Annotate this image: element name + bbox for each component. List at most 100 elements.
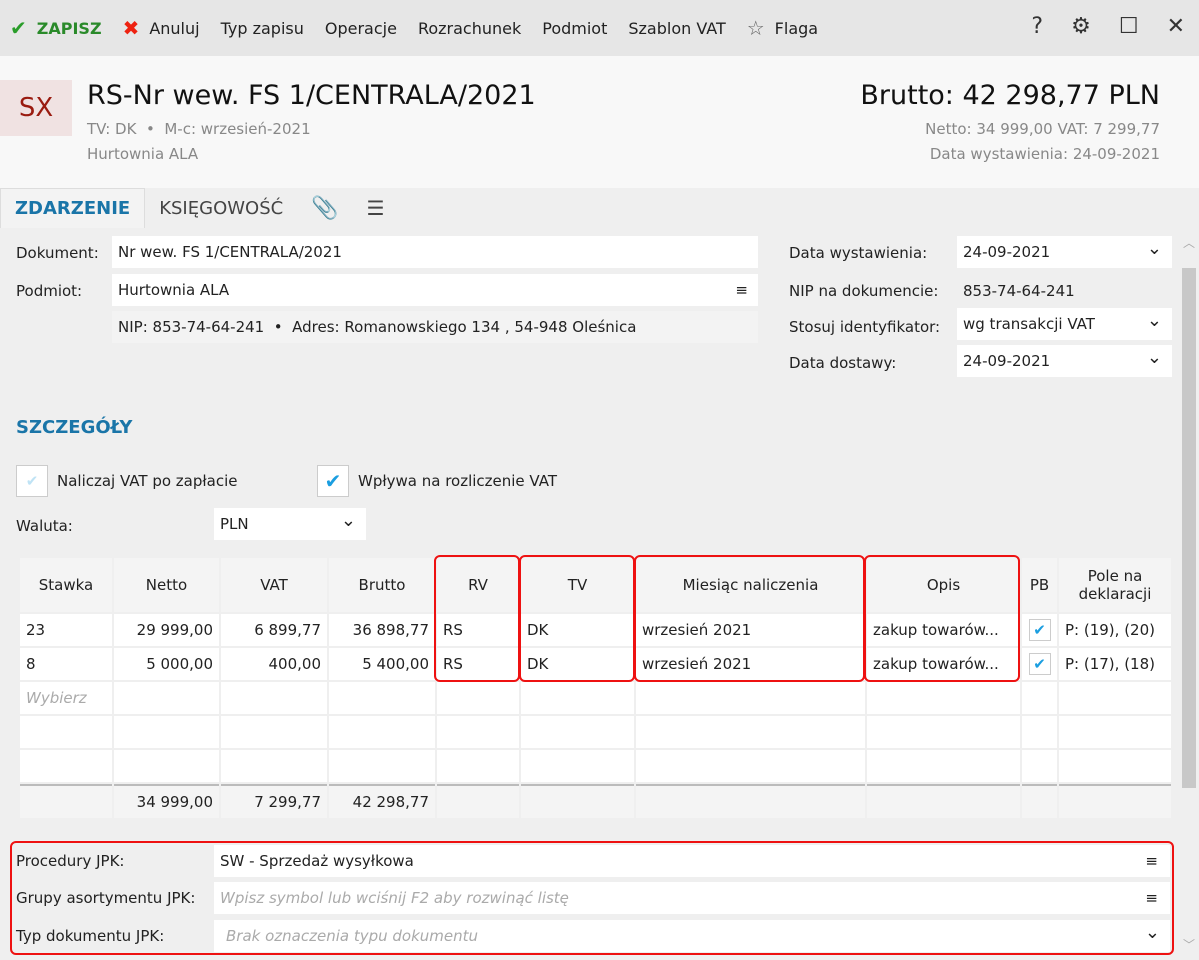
nip-value: 853-74-64-241	[152, 318, 265, 336]
jpk-procedures-value: SW - Sprzedaż wysyłkowa	[220, 852, 414, 870]
help-icon[interactable]: ?	[1031, 14, 1043, 39]
maximize-icon[interactable]: ☐	[1119, 14, 1139, 39]
netto-vat-info: Netto: 34 999,00 VAT: 7 299,77	[925, 120, 1160, 138]
vat-after-payment-checkbox[interactable]: ✔ Naliczaj VAT po zapłacie	[16, 465, 237, 497]
cell-rv[interactable]: RS	[437, 614, 519, 646]
document-field[interactable]: Nr wew. FS 1/CENTRALA/2021	[112, 236, 758, 268]
cell-vat[interactable]: 400,00	[221, 648, 327, 680]
table-row-new[interactable]: Wybierz	[20, 682, 1171, 714]
delivery-date-field[interactable]: 24-09-2021	[957, 345, 1172, 377]
subject-field[interactable]: Hurtownia ALA ≡	[112, 274, 758, 306]
col-header[interactable]: Pole na deklaracji	[1059, 558, 1171, 612]
checkbox-label: Naliczaj VAT po zapłacie	[57, 472, 238, 490]
month-info: M-c: wrzesień-2021	[164, 120, 311, 138]
cell-month[interactable]: wrzesień 2021	[636, 614, 865, 646]
cell-pb[interactable]: ✔	[1022, 614, 1057, 646]
jpk-procedures-field[interactable]: SW - Sprzedaż wysyłkowa ≡	[214, 845, 1170, 877]
subject-value: Hurtownia ALA	[118, 281, 230, 299]
menu-rozrachunek[interactable]: Rozrachunek	[418, 19, 521, 38]
cell-declaration[interactable]: P: (19), (20)	[1059, 614, 1171, 646]
cell-brutto[interactable]: 5 400,00	[329, 648, 435, 680]
currency-select[interactable]: PLN	[214, 508, 366, 540]
save-button[interactable]: ✔ ZAPISZ	[10, 16, 102, 40]
cell-brutto[interactable]: 36 898,77	[329, 614, 435, 646]
col-header[interactable]: Netto	[114, 558, 219, 612]
nip-doc-value: 853-74-64-241	[963, 282, 1075, 300]
tabs: ZDARZENIE KSIĘGOWOŚĆ 📎 ☰	[0, 188, 1199, 228]
col-header[interactable]: Miesiąc naliczenia	[636, 558, 865, 612]
col-header[interactable]: VAT	[221, 558, 327, 612]
paperclip-icon[interactable]: 📎	[297, 188, 352, 228]
col-header[interactable]: PB	[1022, 558, 1057, 612]
table-row-empty	[20, 716, 1171, 748]
cell-rate[interactable]: 23	[20, 614, 112, 646]
jpk-procedures-label: Procedury JPK:	[16, 852, 125, 870]
address-label: Adres:	[292, 318, 340, 336]
col-header[interactable]: RV	[437, 558, 519, 612]
new-row-placeholder[interactable]: Wybierz	[20, 682, 112, 714]
col-header[interactable]: Brutto	[329, 558, 435, 612]
address-value: Romanowskiego 134 , 54-948 Oleśnica	[344, 318, 637, 336]
checkbox-checked-icon[interactable]: ✔	[1028, 653, 1051, 675]
delivery-date-label: Data dostawy:	[789, 354, 897, 372]
jpk-groups-field[interactable]: Wpisz symbol lub wciśnij F2 aby rozwinąć…	[214, 882, 1170, 914]
vat-table: Stawka Netto VAT Brutto RV TV Miesiąc na…	[18, 556, 1173, 820]
toolbar: ✔ ZAPISZ ✖ Anuluj Typ zapisu Operacje Rozr…	[0, 0, 1199, 56]
total-netto: 34 999,00	[114, 784, 219, 818]
history-icon[interactable]: ☰	[353, 188, 399, 228]
page-title: RS-Nr wew. FS 1/CENTRALA/2021	[87, 80, 536, 111]
check-icon: ✔	[10, 16, 27, 40]
table-row[interactable]: 8 5 000,00 400,00 5 400,00 RS DK wrzesie…	[20, 648, 1171, 680]
issue-date-info: Data wystawienia: 24-09-2021	[929, 145, 1160, 163]
tv-info: TV: DK	[87, 120, 137, 138]
cell-rate[interactable]: 8	[20, 648, 112, 680]
gear-icon[interactable]: ⚙	[1071, 14, 1091, 39]
subject-label: Podmiot:	[16, 282, 83, 300]
cell-declaration[interactable]: P: (17), (18)	[1059, 648, 1171, 680]
menu-szablon-vat[interactable]: Szablon VAT	[628, 19, 725, 38]
jpk-groups-label: Grupy asortymentu JPK:	[16, 889, 196, 907]
close-window-icon[interactable]: ✕	[1167, 14, 1185, 39]
subject-details: NIP: 853-74-64-241 • Adres: Romanowskieg…	[112, 311, 758, 343]
cancel-button[interactable]: ✖ Anuluj	[123, 16, 200, 40]
col-header[interactable]: Opis	[867, 558, 1020, 612]
issue-date-label: Data wystawienia:	[789, 244, 928, 262]
menu-operacje[interactable]: Operacje	[325, 19, 397, 38]
cell-rv[interactable]: RS	[437, 648, 519, 680]
table-row[interactable]: 23 29 999,00 6 899,77 36 898,77 RS DK wr…	[20, 614, 1171, 646]
identifier-select[interactable]: wg transakcji VAT	[957, 308, 1172, 340]
cell-tv[interactable]: DK	[521, 614, 634, 646]
entity-name: Hurtownia ALA	[87, 145, 199, 163]
list-icon[interactable]: ≡	[735, 281, 748, 299]
jpk-type-select[interactable]: Brak oznaczenia typu dokumentu	[214, 920, 1170, 952]
brutto-total: Brutto: 42 298,77 PLN	[860, 80, 1160, 111]
cell-month[interactable]: wrzesień 2021	[636, 648, 865, 680]
identifier-label: Stosuj identyfikator:	[789, 318, 941, 336]
menu-podmiot[interactable]: Podmiot	[542, 19, 607, 38]
menu-typ-zapisu[interactable]: Typ zapisu	[221, 19, 304, 38]
affects-vat-checkbox[interactable]: ✔ Wpływa na rozliczenie VAT	[317, 465, 557, 497]
nip-doc-label: NIP na dokumencie:	[789, 282, 939, 300]
cell-tv[interactable]: DK	[521, 648, 634, 680]
scroll-down-icon[interactable]: ﹀	[1183, 936, 1195, 953]
cell-vat[interactable]: 6 899,77	[221, 614, 327, 646]
list-icon[interactable]: ≡	[1145, 889, 1158, 907]
cell-netto[interactable]: 29 999,00	[114, 614, 219, 646]
checkbox-checked-icon: ✔	[317, 465, 349, 497]
scrollbar[interactable]	[1182, 268, 1196, 788]
col-header[interactable]: Stawka	[20, 558, 112, 612]
cell-description[interactable]: zakup towarów...	[867, 648, 1020, 680]
currency-label: Waluta:	[16, 517, 73, 535]
cell-netto[interactable]: 5 000,00	[114, 648, 219, 680]
issue-date-field[interactable]: 24-09-2021	[957, 236, 1172, 268]
col-header[interactable]: TV	[521, 558, 634, 612]
checkbox-checked-icon[interactable]: ✔	[1028, 619, 1051, 641]
checkbox-unchecked-icon: ✔	[16, 465, 48, 497]
cell-description[interactable]: zakup towarów...	[867, 614, 1020, 646]
scroll-up-icon[interactable]: ︿	[1183, 234, 1195, 251]
cell-pb[interactable]: ✔	[1022, 648, 1057, 680]
flag-button[interactable]: ☆ Flaga	[747, 16, 818, 40]
tab-zdarzenie[interactable]: ZDARZENIE	[0, 188, 146, 228]
tab-ksiegowosc[interactable]: KSIĘGOWOŚĆ	[145, 188, 297, 228]
list-icon[interactable]: ≡	[1145, 852, 1158, 870]
